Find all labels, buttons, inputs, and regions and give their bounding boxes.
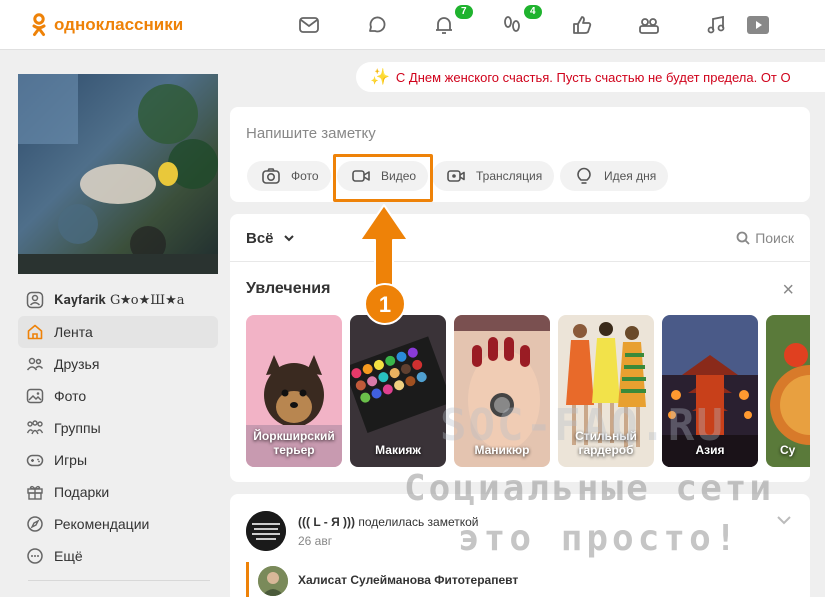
post-author-line: ((( L - Я ))) поделилась заметкой — [298, 515, 479, 529]
music-icon[interactable] — [704, 13, 728, 37]
sidebar-item-friends[interactable]: Друзья — [18, 348, 218, 380]
sidebar-profile-name: 𝐊𝐚𝐲𝐟𝐚𝐫𝐢𝐤 G★о★Ш★а — [54, 292, 185, 308]
discussions-icon[interactable] — [365, 13, 389, 37]
sidebar-item-label: Игры — [54, 452, 88, 468]
idea-button-label: Идея дня — [604, 169, 657, 183]
sidebar-item-photo[interactable]: Фото — [18, 380, 218, 412]
ok-logo-icon — [32, 13, 46, 36]
games-icon — [26, 451, 44, 469]
sidebar-item-label: Подарки — [54, 484, 110, 500]
video-button-highlight — [333, 154, 433, 202]
post-author-avatar[interactable] — [246, 511, 286, 551]
hobby-label: Стильный гардероб — [575, 429, 637, 457]
gift-icon — [26, 483, 44, 501]
camera-icon — [262, 168, 280, 184]
shared-author-name[interactable]: Халисат Сулейманова Фитотерапевт — [298, 573, 518, 587]
photo-button-label: Фото — [291, 169, 319, 183]
sidebar-item-recommendations[interactable]: Рекомендации — [18, 508, 218, 540]
top-bar: одноклассники 7 4 — [0, 0, 825, 50]
sidebar-item-more[interactable]: Ещё — [18, 540, 218, 572]
note-composer: Напишите заметку Фото Видео Трансляция И… — [230, 107, 810, 202]
sidebar-item-label: Группы — [54, 420, 101, 436]
sidebar-item-gifts[interactable]: Подарки — [18, 476, 218, 508]
mail-icon[interactable] — [297, 13, 321, 37]
guests-icon[interactable] — [500, 13, 524, 37]
events-icon[interactable] — [570, 13, 594, 37]
hobby-label: Макияж — [375, 443, 421, 457]
chevron-down-icon[interactable] — [776, 512, 792, 530]
video-icon[interactable] — [746, 13, 770, 37]
sidebar-item-label: Фото — [54, 388, 87, 404]
photo-icon — [26, 387, 44, 405]
feed-filter-label: Всё — [246, 230, 274, 247]
friends-icon — [26, 355, 44, 373]
hobbies-title: Увлечения — [246, 280, 331, 297]
ok-logo[interactable]: одноклассники — [32, 13, 183, 37]
sidebar-divider — [28, 580, 210, 581]
more-icon — [26, 547, 44, 565]
search-label: Поиск — [755, 230, 794, 246]
announcement-text: С Днем женского счастья. Пусть счастью н… — [395, 69, 791, 85]
sidebar-item-label: Ещё — [54, 548, 83, 564]
logo-text: одноклассники — [54, 15, 184, 34]
live-icon — [447, 170, 465, 182]
close-icon[interactable]: × — [782, 280, 794, 300]
post-author-name[interactable]: ((( L - Я ))) — [298, 515, 355, 529]
notifications-icon[interactable] — [432, 13, 456, 37]
hobby-label: Азия — [695, 443, 725, 457]
photo-button[interactable]: Фото — [247, 161, 331, 191]
lightbulb-icon — [577, 167, 591, 184]
sidebar-item-label: Лента — [54, 324, 93, 340]
groups-icon — [26, 419, 44, 437]
friends-icon[interactable] — [637, 13, 661, 37]
live-button-label: Трансляция — [476, 169, 543, 183]
live-button[interactable]: Трансляция — [432, 161, 555, 191]
hobby-label: Су — [780, 443, 796, 457]
hobby-card[interactable]: Йоркширский терьер — [246, 315, 342, 467]
sidebar-item-feed[interactable]: Лента — [18, 316, 218, 348]
feed-card: Всё Поиск Увлечения × Йоркширский терьер… — [230, 214, 810, 482]
sparkle-icon: ✨ — [370, 69, 390, 86]
feed-filter-row: Всё Поиск — [230, 214, 810, 262]
post-quote-bar — [246, 562, 249, 597]
compass-icon — [26, 515, 44, 533]
profile-photo[interactable] — [18, 74, 218, 274]
post-date: 26 авг — [298, 534, 333, 548]
sidebar-item-label: Друзья — [54, 356, 100, 372]
feed-filter-dropdown[interactable]: Всё — [246, 230, 296, 247]
sidebar-item-games[interactable]: Игры — [18, 444, 218, 476]
shared-author-avatar[interactable] — [258, 566, 288, 596]
note-input[interactable]: Напишите заметку — [246, 125, 376, 142]
sidebar-item-groups[interactable]: Группы — [18, 412, 218, 444]
hobby-card[interactable]: Макияж — [350, 315, 446, 467]
hobby-card[interactable]: Су — [766, 315, 810, 467]
chevron-down-icon — [283, 235, 294, 242]
feed-search[interactable]: Поиск — [736, 230, 794, 246]
home-icon — [26, 323, 44, 341]
hobby-card[interactable]: Стильный гардероб — [558, 315, 654, 467]
user-icon — [26, 291, 44, 309]
sidebar-item-label: Рекомендации — [54, 516, 150, 532]
sidebar-profile[interactable]: 𝐊𝐚𝐲𝐟𝐚𝐫𝐢𝐤 G★о★Ш★а — [18, 284, 218, 316]
search-icon — [736, 231, 750, 245]
hobby-label: Йоркширский терьер — [253, 429, 335, 457]
hobby-card[interactable]: Маникюр — [454, 315, 550, 467]
hobby-label: Маникюр — [474, 443, 530, 457]
announcement-banner[interactable]: ✨ С Днем женского счастья. Пусть счастью… — [356, 62, 825, 92]
feed-post: ((( L - Я ))) поделилась заметкой 26 авг… — [230, 494, 810, 597]
guests-badge: 4 — [524, 5, 542, 19]
idea-button[interactable]: Идея дня — [560, 161, 669, 191]
hobby-card[interactable]: Азия — [662, 315, 758, 467]
post-action: поделилась заметкой — [358, 515, 479, 529]
sidebar: 𝐊𝐚𝐲𝐟𝐚𝐫𝐢𝐤 G★о★Ш★а Лента Друзья Фото Групп… — [18, 284, 218, 572]
notifications-badge: 7 — [455, 5, 473, 19]
